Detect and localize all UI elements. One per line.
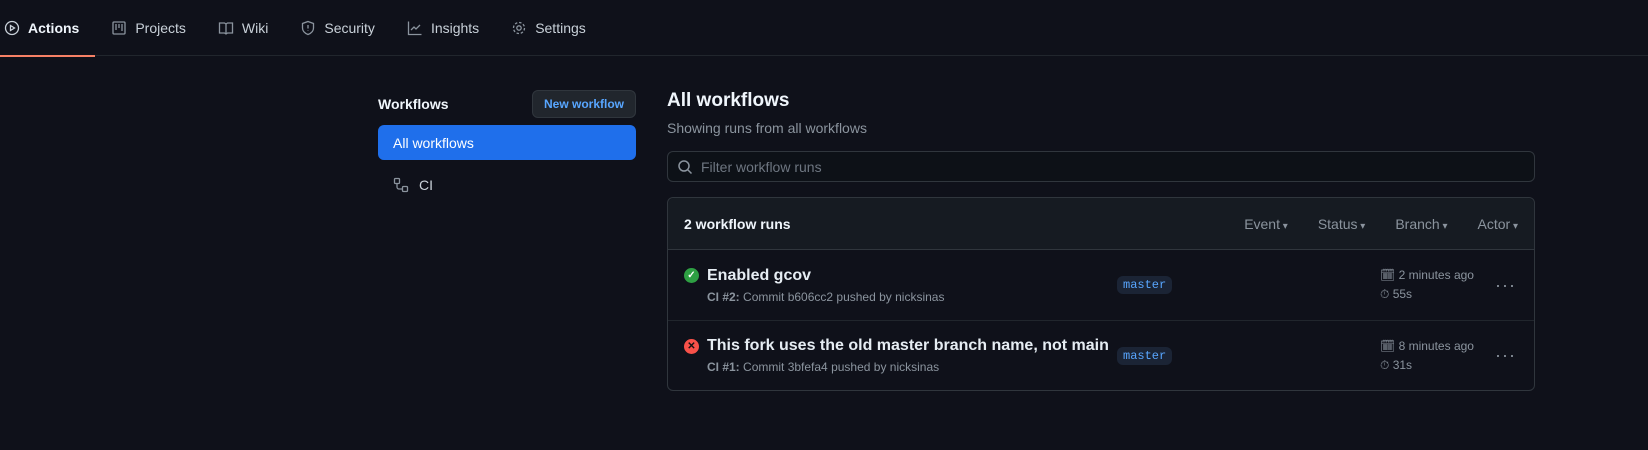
duration-text: 31s xyxy=(1392,357,1413,372)
kebab-menu-icon[interactable]: ··· xyxy=(1495,345,1516,366)
branch-badge[interactable]: master xyxy=(1117,346,1173,365)
run-title[interactable]: This fork uses the old master branch nam… xyxy=(707,337,1117,355)
page-subtitle: Showing runs from all workflows xyxy=(667,120,867,136)
repo-nav: Actions Projects Wiki Security Insights … xyxy=(0,0,1648,57)
tab-actions[interactable]: Actions xyxy=(0,0,96,57)
tab-insights[interactable]: Insights xyxy=(391,0,495,56)
tab-security[interactable]: Security xyxy=(284,0,391,56)
filter-runs-input[interactable]: Filter workflow runs xyxy=(667,151,1535,182)
run-row[interactable]: ✓ Enabled gcov CI #2: Commit b606cc2 pus… xyxy=(668,250,1534,320)
run-time: 🗓 8 minutes ago xyxy=(1380,338,1474,353)
tab-label: Actions xyxy=(28,19,80,36)
sidebar-item-all-workflows[interactable]: All workflows xyxy=(378,125,636,160)
branch-badge[interactable]: master xyxy=(1117,276,1173,294)
time-text: 8 minutes ago xyxy=(1398,338,1474,353)
tab-label: Settings xyxy=(535,19,586,36)
kebab-menu-icon[interactable]: ··· xyxy=(1495,275,1516,296)
runs-list: 2 workflow runs Event Status Branch Acto… xyxy=(667,197,1535,391)
success-check-icon: ✓ xyxy=(684,268,699,283)
new-workflow-button[interactable]: New workflow xyxy=(531,90,636,118)
workflow-icon xyxy=(393,177,409,192)
actor-filter[interactable]: Actor xyxy=(1478,216,1519,232)
run-time: 🗓 2 minutes ago xyxy=(1380,268,1474,282)
sidebar-item-label: All workflows xyxy=(393,134,474,151)
tab-label: Projects xyxy=(135,19,186,36)
tab-settings[interactable]: Settings xyxy=(495,0,602,56)
time-text: 2 minutes ago xyxy=(1398,268,1474,282)
workflows-sidebar: Workflows New workflow All workflows CI xyxy=(378,90,636,202)
runs-panel: All workflows Showing runs from all work… xyxy=(667,90,1535,391)
sidebar-item-ci[interactable]: CI xyxy=(378,167,636,202)
run-meta: Commit b606cc2 pushed by nicksinas xyxy=(743,289,945,304)
graph-icon xyxy=(407,21,422,35)
tab-wiki[interactable]: Wiki xyxy=(202,0,284,56)
shield-icon xyxy=(302,20,315,35)
run-row[interactable]: ✕ This fork uses the old master branch n… xyxy=(668,320,1534,390)
search-icon xyxy=(678,159,693,174)
run-title[interactable]: Enabled gcov xyxy=(707,267,1117,285)
book-icon xyxy=(218,21,234,35)
tab-label: Wiki xyxy=(241,19,269,36)
project-icon xyxy=(112,20,126,35)
run-meta: Commit 3bfefa4 pushed by nicksinas xyxy=(743,360,940,374)
run-duration: ⏱ 31s xyxy=(1380,357,1413,372)
duration-text: 55s xyxy=(1392,287,1413,301)
tab-projects[interactable]: Projects xyxy=(95,0,202,56)
branch-filter[interactable]: Branch xyxy=(1395,216,1447,232)
failure-x-icon: ✕ xyxy=(684,339,699,354)
tab-label: Security xyxy=(324,19,375,36)
page-title: All workflows xyxy=(667,90,790,111)
search-placeholder: Filter workflow runs xyxy=(701,158,822,175)
run-duration: ⏱ 55s xyxy=(1380,287,1413,301)
tab-label: Insights xyxy=(430,19,480,36)
sidebar-item-label: CI xyxy=(419,176,433,193)
gear-icon xyxy=(513,21,526,34)
status-filter[interactable]: Status xyxy=(1318,216,1366,232)
runs-count: 2 workflow runs xyxy=(684,215,791,232)
run-workflow: CI #2: xyxy=(707,289,740,304)
run-workflow: CI #1: xyxy=(707,360,740,374)
sidebar-title: Workflows xyxy=(378,96,449,112)
event-filter[interactable]: Event xyxy=(1244,216,1288,232)
play-icon xyxy=(4,20,20,35)
